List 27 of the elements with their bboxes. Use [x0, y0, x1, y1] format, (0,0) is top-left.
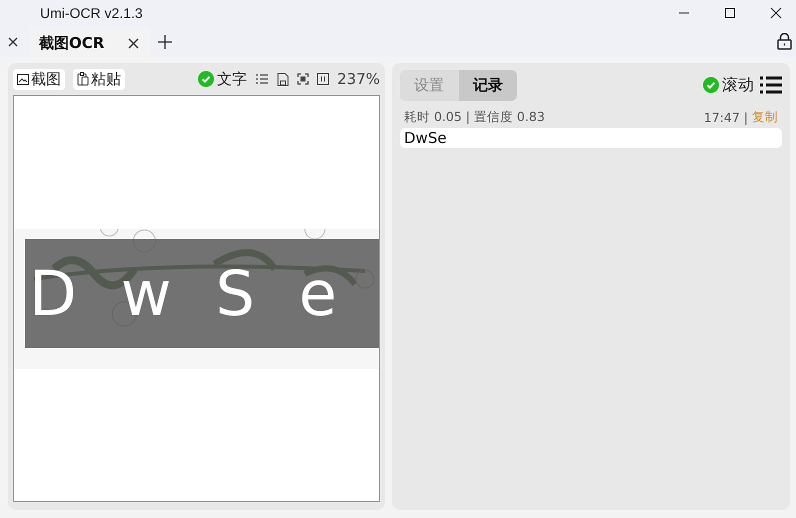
zoom-level: 237% [337, 70, 380, 88]
result-text: DwSe [400, 128, 782, 148]
checkmark-icon [198, 71, 214, 87]
record-time: 17:47 [704, 110, 740, 125]
window-title: Umi-OCR v2.1.3 [40, 5, 143, 21]
image-icon [17, 74, 29, 84]
menu-icon[interactable] [760, 76, 782, 94]
checkmark-icon [703, 77, 719, 93]
separator: | [744, 110, 748, 125]
lock-icon[interactable] [777, 33, 792, 50]
tab[interactable]: 截图OCR [29, 29, 150, 57]
paste-button[interactable]: 粘贴 [73, 68, 125, 90]
scroll-checkbox[interactable]: 滚动 [703, 74, 754, 96]
record-stats: 耗时 0.05 | 置信度 0.83 [404, 109, 545, 126]
close-icon[interactable] [770, 7, 782, 19]
text-checkbox[interactable]: 文字 [198, 70, 248, 88]
save-icon[interactable] [277, 72, 290, 86]
add-tab-icon[interactable] [157, 34, 174, 50]
maximize-icon[interactable] [724, 7, 736, 19]
clipboard-icon [77, 72, 89, 86]
fit-icon[interactable] [317, 73, 330, 85]
list-icon[interactable] [255, 73, 270, 85]
tab[interactable]: 记录 [459, 70, 517, 100]
fullscreen-icon[interactable] [297, 73, 310, 85]
close-icon[interactable] [128, 38, 140, 48]
ocr-text-overlay: DwSe [25, 238, 379, 348]
screenshot-button[interactable]: 截图 [13, 68, 65, 90]
